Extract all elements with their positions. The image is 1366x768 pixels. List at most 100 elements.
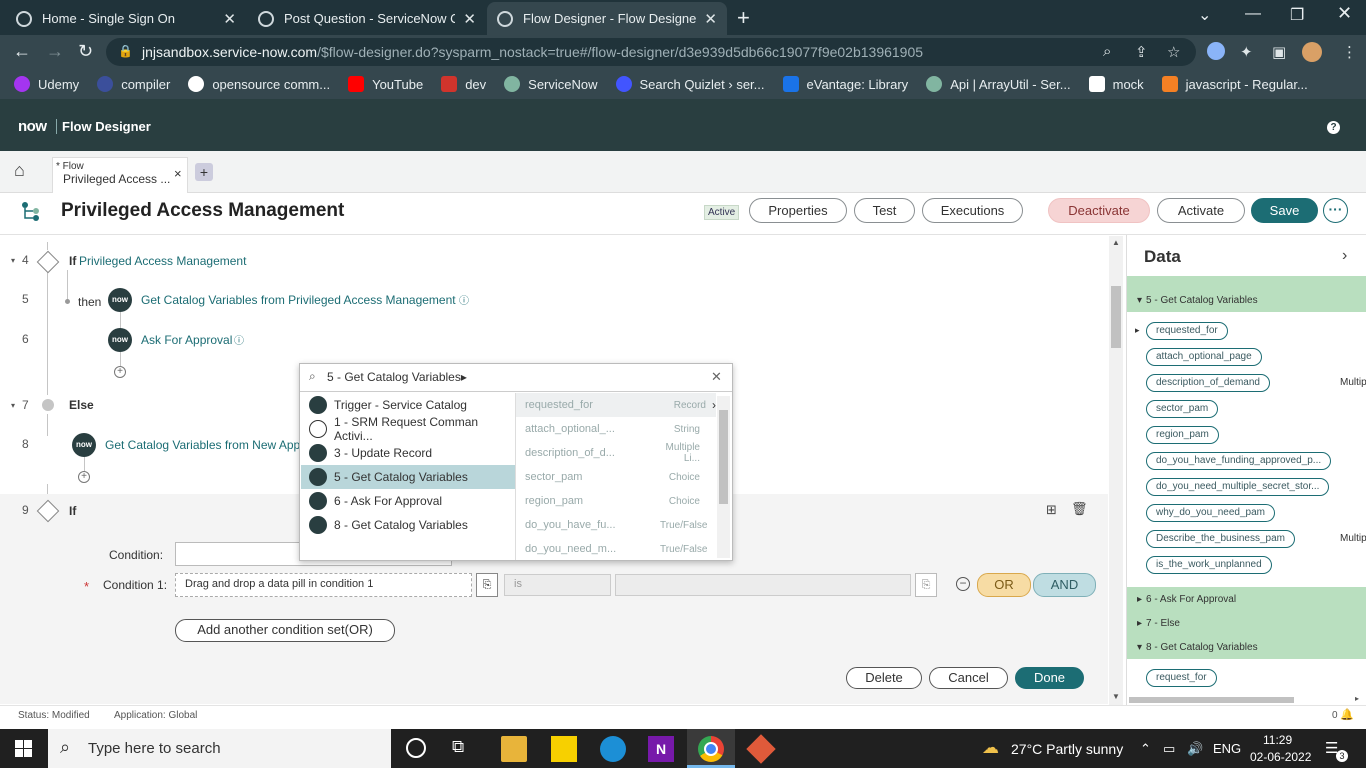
bookmark-servicenow[interactable]: ServiceNow — [504, 76, 598, 92]
bookmark-arrayutil[interactable]: Api | ArrayUtil - Ser... — [926, 76, 1071, 92]
cortana-icon[interactable] — [406, 738, 426, 758]
lock-icon[interactable]: 🔒 — [118, 44, 133, 58]
add-step-icon[interactable]: + — [78, 471, 90, 483]
data-section-8[interactable]: ▾ 8 - Get Catalog Variables — [1127, 635, 1366, 659]
done-button[interactable]: Done — [1015, 667, 1084, 689]
info-icon[interactable]: ⓘ — [234, 332, 244, 347]
browser-tab-flow-designer[interactable]: Flow Designer - Flow Designer : F ✕ — [487, 2, 727, 35]
flow-tab-name[interactable]: Privileged Access ... — [63, 172, 170, 186]
close-flow-tab-icon[interactable]: × — [174, 166, 182, 181]
deactivate-button[interactable]: Deactivate — [1048, 198, 1150, 223]
picker-source-item[interactable]: 1 - SRM Request Comman Activi... — [301, 415, 515, 443]
minimize-icon[interactable]: — — [1245, 5, 1261, 23]
tab-search-icon[interactable]: ⌄ — [1198, 5, 1211, 25]
step-label[interactable]: Get Catalog Variables from Privileged Ac… — [141, 293, 456, 307]
executions-button[interactable]: Executions — [922, 198, 1023, 223]
network-icon[interactable]: ▭ — [1163, 741, 1175, 757]
add-condition-set-button[interactable]: Add another condition set(OR) — [175, 619, 395, 642]
collapse-arrow-icon[interactable]: ▾ — [11, 401, 15, 410]
language-indicator[interactable]: ENG — [1213, 741, 1241, 756]
extensions-puzzle-icon[interactable]: ✦ — [1240, 43, 1253, 61]
url-text[interactable]: jnjsandbox.service-now.com/$flow-designe… — [142, 44, 923, 60]
profile-avatar[interactable] — [1302, 42, 1322, 62]
picker-variable-item[interactable]: region_pam Choice — [516, 489, 716, 513]
data-section-7[interactable]: ▸ 7 - Else — [1127, 611, 1366, 635]
picker-source-item[interactable]: 3 - Update Record — [301, 441, 515, 465]
data-pill[interactable]: request_for — [1146, 669, 1217, 687]
clock-time[interactable]: 11:29 — [1263, 733, 1292, 747]
collapse-arrow-icon[interactable]: ▾ — [11, 256, 15, 265]
picker-variable-item[interactable]: sector_pam Choice — [516, 465, 716, 489]
picker-search-input[interactable]: 5 - Get Catalog Variables▸ — [327, 370, 467, 384]
scroll-down-icon[interactable]: ▼ — [1112, 692, 1120, 701]
trash-icon[interactable]: 🗑 — [1071, 501, 1088, 517]
picker-source-item[interactable]: Trigger - Service Catalog — [301, 393, 515, 417]
value-pill-picker-button[interactable]: ⎘ — [915, 573, 937, 597]
clock-date[interactable]: 02-06-2022 — [1250, 750, 1311, 764]
bookmark-compiler[interactable]: compiler — [97, 76, 170, 92]
data-pill[interactable]: Describe_the_business_pam — [1146, 530, 1295, 548]
bookmark-youtube[interactable]: YouTube — [348, 76, 423, 92]
windows-start-icon[interactable] — [15, 740, 32, 757]
data-panel-hscrollbar[interactable] — [1129, 697, 1294, 703]
bookmark-dev[interactable]: dev — [441, 76, 486, 92]
bookmark-star-icon[interactable]: ☆ — [1167, 43, 1180, 61]
add-comment-icon[interactable]: ⊞ — [1046, 502, 1057, 518]
data-pill-picker-button[interactable]: ⎘ — [476, 573, 498, 597]
extension-icon[interactable] — [1207, 42, 1225, 60]
browser-tab-post-question[interactable]: Post Question - ServiceNow Com ✕ — [248, 2, 486, 35]
data-pill[interactable]: is_the_work_unplanned — [1146, 556, 1272, 574]
clear-search-icon[interactable]: ✕ — [711, 369, 722, 385]
step-label[interactable]: Ask For Approval — [141, 333, 232, 347]
forward-icon[interactable]: → — [46, 41, 64, 62]
tray-expand-icon[interactable]: ⌃ — [1140, 741, 1151, 757]
task-view-icon[interactable]: ⧉ — [452, 737, 464, 757]
condition-value-input[interactable] — [615, 574, 911, 596]
tab-close-icon[interactable]: ✕ — [704, 10, 717, 28]
browser-tab-sso[interactable]: Home - Single Sign On ✕ — [6, 2, 246, 35]
weather-icon[interactable]: ☁ — [982, 738, 999, 758]
volume-icon[interactable]: 🔊 — [1187, 741, 1203, 757]
collapse-panel-icon[interactable]: › — [1342, 247, 1347, 265]
now-logo[interactable]: now — [18, 118, 47, 135]
info-icon[interactable]: ⓘ — [459, 292, 469, 307]
picker-variable-item[interactable]: attach_optional_... String — [516, 417, 716, 441]
home-icon[interactable]: ⌂ — [14, 160, 25, 181]
bookmark-evantage[interactable]: eVantage: Library — [782, 76, 908, 92]
add-step-icon[interactable]: + — [114, 366, 126, 378]
expand-arrow-icon[interactable]: ▸ — [1135, 325, 1140, 336]
data-pill[interactable]: region_pam — [1146, 426, 1219, 444]
operator-select[interactable]: is — [504, 574, 611, 596]
tab-close-icon[interactable]: ✕ — [223, 10, 236, 28]
notification-bell-icon[interactable]: 🔔 — [1340, 708, 1354, 721]
picker-source-item[interactable]: 8 - Get Catalog Variables — [301, 513, 515, 537]
file-explorer-icon[interactable] — [501, 736, 527, 762]
scroll-up-icon[interactable]: ▲ — [1112, 238, 1120, 247]
picker-source-item-selected[interactable]: 5 - Get Catalog Variables — [301, 465, 515, 489]
step-label[interactable]: Get Catalog Variables from New App — [105, 438, 300, 452]
cancel-button[interactable]: Cancel — [929, 667, 1008, 689]
or-button[interactable]: OR — [977, 573, 1031, 597]
editor-scrollbar-thumb[interactable] — [1111, 286, 1121, 348]
and-button[interactable]: AND — [1033, 573, 1096, 597]
data-pill[interactable]: sector_pam — [1146, 400, 1219, 418]
bookmark-opensource[interactable]: opensource comm... — [188, 76, 330, 92]
data-pill[interactable]: why_do_you_need_pam — [1146, 504, 1275, 522]
close-window-icon[interactable]: ✕ — [1337, 3, 1352, 24]
delete-button[interactable]: Delete — [846, 667, 922, 689]
chrome-menu-icon[interactable]: ⋮ — [1342, 43, 1357, 61]
data-pill[interactable]: do_you_need_multiple_secret_stor... — [1146, 478, 1330, 496]
picker-source-item[interactable]: 6 - Ask For Approval — [301, 489, 515, 513]
bookmark-mock[interactable]: mock — [1088, 76, 1144, 92]
picker-variable-item[interactable]: do_you_need_m... True/False — [516, 537, 716, 561]
weather-text[interactable]: 27°C Partly sunny — [1011, 741, 1123, 757]
bookmark-udemy[interactable]: Udemy — [14, 76, 79, 92]
data-pill[interactable]: attach_optional_page — [1146, 348, 1262, 366]
drill-in-arrow-icon[interactable]: › — [712, 398, 716, 412]
remove-condition-icon[interactable]: − — [956, 577, 970, 591]
scroll-right-icon[interactable]: ▸ — [1355, 694, 1359, 703]
tab-close-icon[interactable]: ✕ — [463, 10, 476, 28]
add-tab-button[interactable]: + — [195, 163, 213, 181]
picker-scrollbar-thumb[interactable] — [719, 410, 728, 504]
new-tab-button[interactable]: + — [737, 5, 750, 31]
